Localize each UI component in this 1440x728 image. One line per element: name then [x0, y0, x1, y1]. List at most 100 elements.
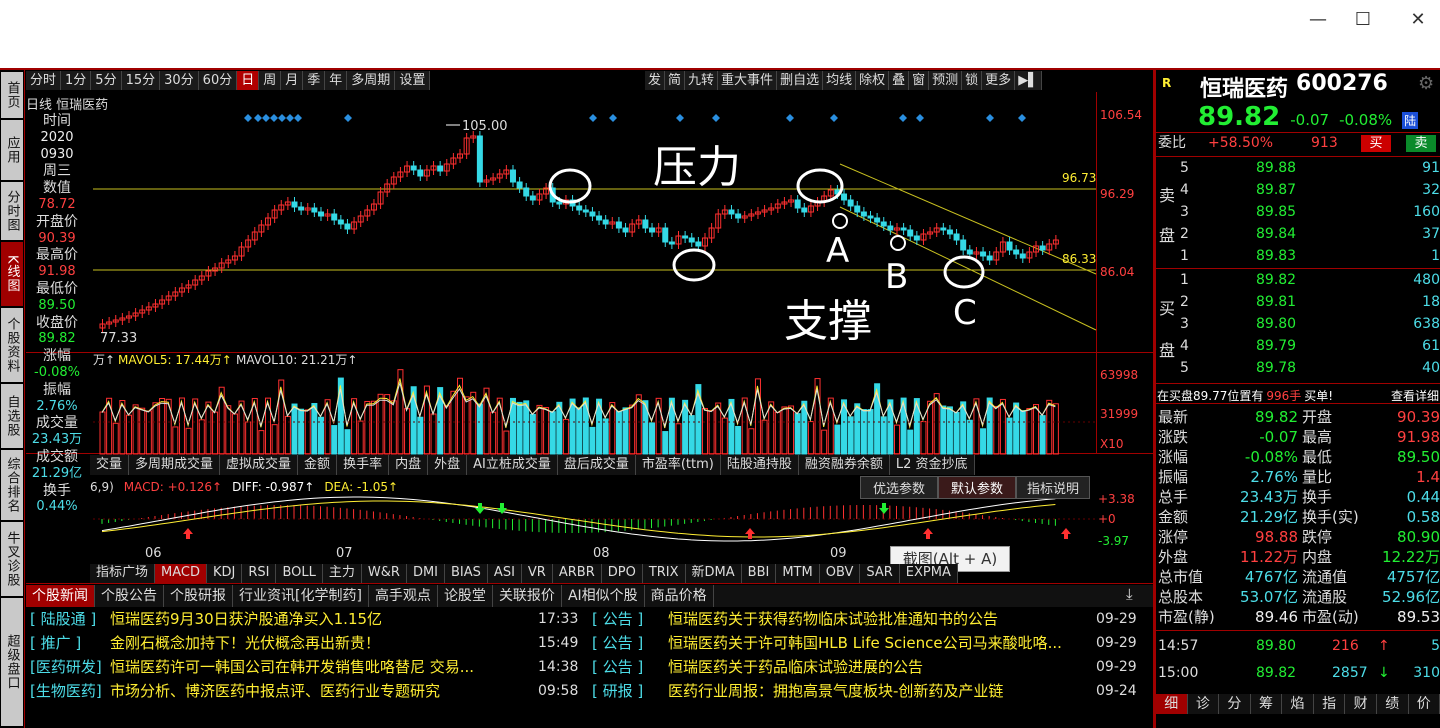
news-title-2[interactable]: 医药行业周报：拥抱高景气度板块-创新药及产业链 [668, 680, 1003, 703]
toolbar-item-1[interactable]: 简 [665, 71, 686, 90]
ind-select-13[interactable]: TRIX [642, 564, 686, 583]
ind-select-9[interactable]: ASI [487, 564, 522, 583]
toolbar-item-0[interactable]: 发 [645, 71, 666, 90]
ind-select-14[interactable]: 新DMA [685, 564, 742, 583]
period-11[interactable]: 多周期 [347, 71, 396, 90]
news-title[interactable]: 市场分析、博济医药中报点评、医药行业专题研究 [110, 680, 440, 703]
ind-tab-9[interactable]: 市盈率(ttm) [635, 455, 721, 475]
ind-tab-1[interactable]: 多周期成交量 [129, 455, 221, 475]
news-tab-3[interactable]: 行业资讯[化学制药] [233, 585, 369, 607]
quote-tab-4[interactable]: 焰 [1282, 694, 1314, 714]
quote-tab-0[interactable]: 细 [1156, 694, 1188, 714]
news-tab-4[interactable]: 高手观点 [368, 585, 438, 607]
toolbar-item-12[interactable]: ▶▌ [1015, 71, 1043, 90]
minimize-button[interactable]: — [1298, 8, 1338, 32]
news-row[interactable]: [ 陆股通 ] 恒瑞医药9月30日获沪股通净买入1.15亿 17:33 [ 公告 ] 恒… [26, 608, 1146, 631]
toolbar-item-4[interactable]: 删自选 [777, 71, 824, 90]
period-2[interactable]: 5分 [91, 71, 122, 90]
toolbar-item-3[interactable]: 重大事件 [718, 71, 778, 90]
news-row[interactable]: [生物医药] 市场分析、博济医药中报点评、医药行业专题研究 09:58 [ 研报 ] 医… [26, 680, 1146, 703]
ind-select-17[interactable]: OBV [819, 564, 861, 583]
news-title-2[interactable]: 恒瑞医药关于许可韩国HLB Life Science公司马来酸吡咯... [668, 632, 1062, 655]
toolbar-item-7[interactable]: 叠 [889, 71, 910, 90]
ind-select-15[interactable]: BBI [741, 564, 777, 583]
period-8[interactable]: 月 [281, 71, 304, 90]
ind-tab-8[interactable]: 盘后成交量 [557, 455, 636, 475]
ind-select-5[interactable]: 主力 [322, 564, 362, 583]
tab-diagnosis[interactable]: 牛叉诊股 [1, 522, 23, 596]
tab-ranking[interactable]: 综合排名 [1, 450, 23, 520]
buy-button[interactable]: 买 [1361, 135, 1391, 152]
news-tab-0[interactable]: 个股新闻 [26, 585, 95, 607]
news-tab-6[interactable]: 关联报价 [492, 585, 562, 607]
period-4[interactable]: 30分 [160, 71, 199, 90]
news-tab-1[interactable]: 个股公告 [95, 585, 164, 607]
news-title[interactable]: 恒瑞医药9月30日获沪股通净买入1.15亿 [110, 608, 382, 631]
period-3[interactable]: 15分 [121, 71, 161, 90]
ind-select-19[interactable]: EXPMA [899, 564, 958, 583]
quote-tab-8[interactable]: 价 [1408, 694, 1440, 714]
ind-select-4[interactable]: BOLL [276, 564, 323, 583]
gear-icon[interactable]: ⚙ [1418, 73, 1434, 94]
ind-select-1[interactable]: MACD [155, 564, 207, 583]
ind-select-0[interactable]: 指标广场 [90, 564, 156, 583]
ind-tab-4[interactable]: 换手率 [337, 455, 390, 475]
tab-watchlist[interactable]: 自选股 [1, 384, 23, 448]
quote-tab-1[interactable]: 诊 [1187, 694, 1220, 714]
news-tab-7[interactable]: AI相似个股 [561, 585, 645, 607]
close-button[interactable]: ✕ [1398, 8, 1438, 32]
tab-kline[interactable]: K线图 [1, 242, 23, 306]
ind-tab-7[interactable]: AI立桩成交量 [467, 455, 558, 475]
ind-tab-5[interactable]: 内盘 [389, 455, 429, 475]
sell-button[interactable]: 卖 [1406, 135, 1436, 152]
maximize-button[interactable]: ☐ [1343, 8, 1383, 32]
indicator-help-button[interactable]: 指标说明 [1016, 476, 1091, 499]
ind-select-18[interactable]: SAR [860, 564, 900, 583]
news-tab-5[interactable]: 论股堂 [437, 585, 493, 607]
ind-tab-6[interactable]: 外盘 [428, 455, 468, 475]
toolbar-item-6[interactable]: 除权 [856, 71, 890, 90]
toolbar-item-9[interactable]: 预测 [929, 71, 963, 90]
news-row[interactable]: [ 推广 ] 金刚石概念加持下！光伏概念再出新贵！ 15:49 [ 公告 ] 恒瑞医药关… [26, 632, 1146, 655]
ind-select-7[interactable]: DMI [406, 564, 446, 583]
quote-tab-5[interactable]: 指 [1313, 694, 1346, 714]
period-1[interactable]: 1分 [61, 71, 92, 90]
ind-select-16[interactable]: MTM [776, 564, 820, 583]
toolbar-item-8[interactable]: 窗 [909, 71, 930, 90]
period-6[interactable]: 日 [237, 71, 260, 90]
news-row[interactable]: [医药研发] 恒瑞医药许可一韩国公司在韩开发销售吡咯替尼 交易... 14:38 [ … [26, 656, 1146, 679]
tab-profile[interactable]: 个股资料 [1, 308, 23, 382]
quote-tab-6[interactable]: 财 [1345, 694, 1377, 714]
tab-home[interactable]: 首页 [1, 72, 23, 118]
quote-tab-7[interactable]: 绩 [1376, 694, 1409, 714]
view-detail-link[interactable]: 查看详细 [1391, 387, 1439, 404]
kline-chart[interactable]: 105.00 77.33 96.73 86.33 压力 支撑 A B C 106… [88, 92, 1153, 582]
download-icon[interactable]: ⤓ [1126, 585, 1133, 603]
period-7[interactable]: 周 [259, 71, 282, 90]
news-tab-2[interactable]: 个股研报 [164, 585, 233, 607]
ind-select-3[interactable]: RSI [242, 564, 277, 583]
quote-tab-2[interactable]: 分 [1219, 694, 1251, 714]
toolbar-item-2[interactable]: 九转 [685, 71, 719, 90]
ind-select-10[interactable]: VR [521, 564, 553, 583]
ind-select-11[interactable]: ARBR [552, 564, 602, 583]
ind-tab-3[interactable]: 金额 [298, 455, 338, 475]
toolbar-item-10[interactable]: 锁 [962, 71, 983, 90]
ind-tab-10[interactable]: 陆股通持股 [720, 455, 799, 475]
default-params-button[interactable]: 默认参数 [938, 476, 1017, 499]
ind-select-6[interactable]: W&R [361, 564, 407, 583]
ind-select-8[interactable]: BIAS [445, 564, 488, 583]
news-title[interactable]: 金刚石概念加持下！光伏概念再出新贵！ [110, 632, 380, 655]
ind-tab-11[interactable]: 融资融券余额 [798, 455, 890, 475]
period-0[interactable]: 分时 [26, 71, 62, 90]
ind-select-12[interactable]: DPO [601, 564, 643, 583]
ind-tab-12[interactable]: L2 资金抄底 [889, 455, 975, 475]
ind-tab-2[interactable]: 虚拟成交量 [220, 455, 299, 475]
news-title-2[interactable]: 恒瑞医药关于药品临床试验进展的公告 [668, 656, 923, 679]
period-9[interactable]: 季 [303, 71, 326, 90]
news-title[interactable]: 恒瑞医药许可一韩国公司在韩开发销售吡咯替尼 交易... [110, 656, 474, 679]
tab-timeshare[interactable]: 分时图 [1, 182, 23, 240]
tab-apps[interactable]: 应用 [1, 120, 23, 180]
quote-tab-3[interactable]: 筹 [1250, 694, 1283, 714]
news-tab-8[interactable]: 商品价格 [644, 585, 714, 607]
